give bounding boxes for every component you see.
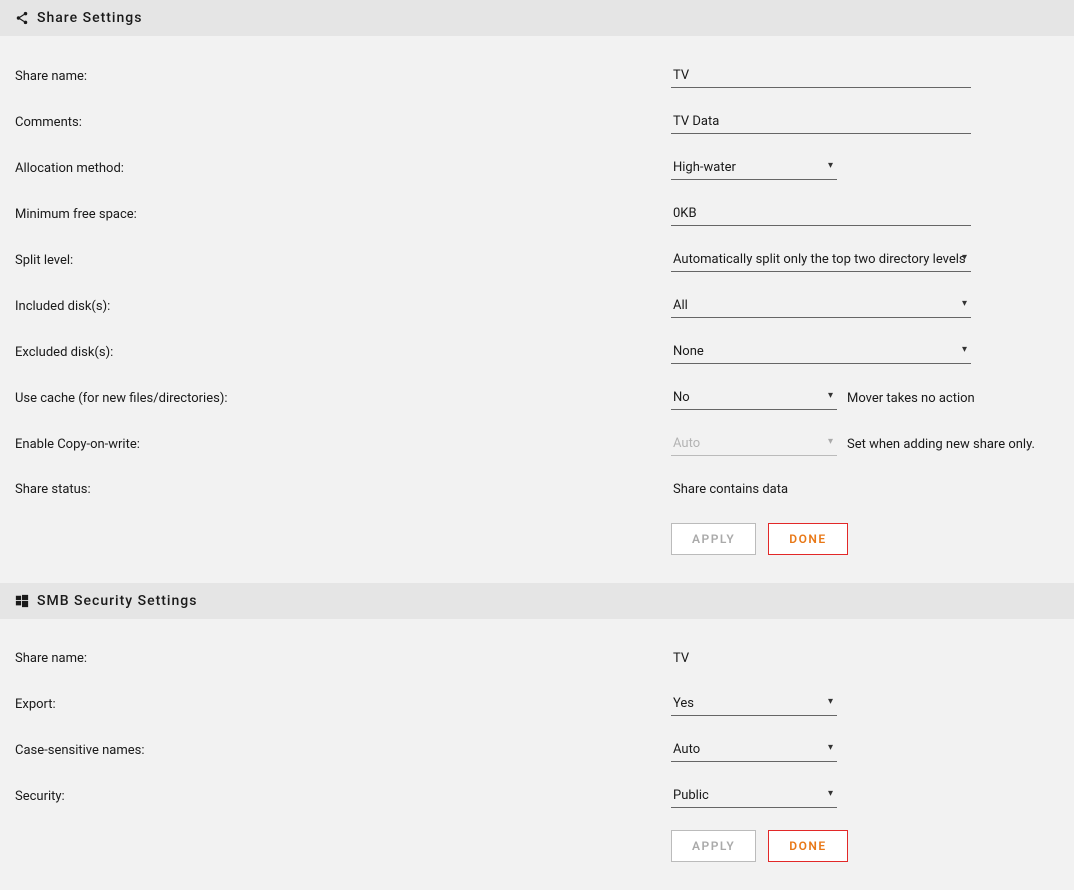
smb-settings-header: SMB Security Settings	[0, 583, 1074, 619]
security-select[interactable]: Public	[671, 784, 837, 807]
share-name-label: Share name:	[15, 69, 671, 84]
comments-label: Comments:	[15, 115, 671, 130]
share-done-button[interactable]: Done	[768, 523, 847, 555]
copy-on-write-select: Auto	[671, 432, 837, 455]
smb-share-name-value: TV	[671, 647, 691, 670]
windows-icon	[15, 594, 29, 608]
case-sensitive-label: Case-sensitive names:	[15, 743, 671, 758]
excluded-disks-select[interactable]: None	[671, 340, 971, 363]
export-select[interactable]: Yes	[671, 692, 837, 715]
share-settings-title: Share Settings	[37, 10, 142, 26]
split-level-select[interactable]: Automatically split only the top two dir…	[671, 248, 971, 271]
smb-settings-title: SMB Security Settings	[37, 593, 197, 609]
smb-share-name-label: Share name:	[15, 651, 671, 666]
comments-input[interactable]	[671, 110, 971, 134]
allocation-method-label: Allocation method:	[15, 161, 671, 176]
export-label: Export:	[15, 697, 671, 712]
smb-settings-form: Share name: TV Export: Yes Case-sensitiv…	[0, 619, 1074, 890]
copy-on-write-label: Enable Copy-on-write:	[15, 437, 671, 452]
included-disks-label: Included disk(s):	[15, 299, 671, 314]
smb-done-button[interactable]: Done	[768, 830, 847, 862]
use-cache-label: Use cache (for new files/directories):	[15, 391, 671, 406]
share-name-input[interactable]	[671, 64, 971, 88]
excluded-disks-label: Excluded disk(s):	[15, 345, 671, 360]
share-status-value: Share contains data	[671, 478, 790, 501]
smb-apply-button[interactable]: Apply	[671, 830, 756, 862]
min-free-space-input[interactable]	[671, 202, 971, 226]
allocation-method-select[interactable]: High-water	[671, 156, 837, 179]
min-free-space-label: Minimum free space:	[15, 207, 671, 222]
security-label: Security:	[15, 789, 671, 804]
share-status-label: Share status:	[15, 482, 671, 497]
included-disks-select[interactable]: All	[671, 294, 971, 317]
use-cache-help: Mover takes no action	[847, 391, 975, 406]
share-settings-header: Share Settings	[0, 0, 1074, 36]
share-icon	[15, 11, 29, 25]
split-level-label: Split level:	[15, 253, 671, 268]
copy-on-write-help: Set when adding new share only.	[847, 437, 1035, 452]
share-apply-button[interactable]: Apply	[671, 523, 756, 555]
case-sensitive-select[interactable]: Auto	[671, 738, 837, 761]
use-cache-select[interactable]: No	[671, 386, 837, 409]
share-settings-form: Share name: Comments: Allocation method:…	[0, 36, 1074, 583]
